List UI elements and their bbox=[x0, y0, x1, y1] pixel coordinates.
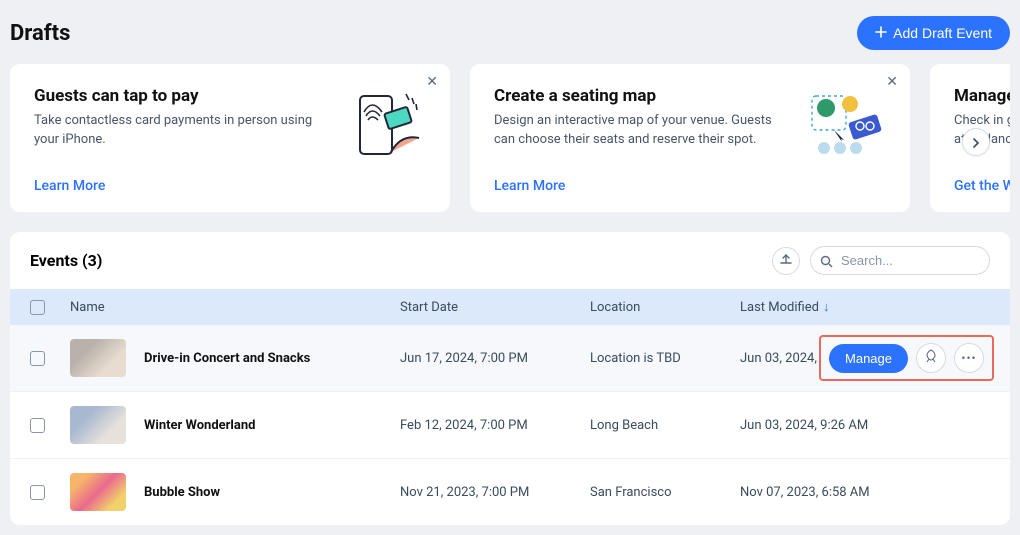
event-name: Winter Wonderland bbox=[144, 418, 255, 433]
col-start-header[interactable]: Start Date bbox=[400, 300, 590, 315]
card-desc: Design an interactive map of your venue.… bbox=[494, 112, 788, 150]
event-modified: Jun 03, 2024, 9:26 AM bbox=[740, 418, 990, 433]
event-modified: Nov 07, 2023, 6:58 AM bbox=[740, 485, 990, 500]
card-desc: Take contactless card payments in person… bbox=[34, 112, 328, 150]
get-the-app-link[interactable]: Get the W bbox=[954, 178, 1010, 194]
card-title: Create a seating map bbox=[494, 86, 788, 106]
event-start: Nov 21, 2023, 7:00 PM bbox=[400, 485, 590, 500]
select-all-checkbox[interactable] bbox=[30, 300, 45, 315]
col-name-header[interactable]: Name bbox=[70, 300, 400, 315]
seating-map-icon bbox=[806, 86, 886, 166]
event-name: Bubble Show bbox=[144, 485, 220, 500]
event-start: Feb 12, 2024, 7:00 PM bbox=[400, 418, 590, 433]
phone-tap-pay-icon bbox=[346, 86, 426, 166]
table-row[interactable]: Drive-in Concert and Snacks Jun 17, 2024… bbox=[10, 325, 1010, 392]
dots-icon: ••• bbox=[961, 351, 976, 365]
row-checkbox[interactable] bbox=[30, 418, 45, 433]
upload-button[interactable] bbox=[772, 247, 800, 275]
manage-button[interactable]: Manage bbox=[829, 344, 908, 373]
chevron-right-icon bbox=[971, 133, 981, 152]
events-panel: Events (3) Name Start Date Location Last… bbox=[10, 232, 1010, 525]
sort-desc-icon: ↓ bbox=[823, 300, 830, 315]
event-name: Drive-in Concert and Snacks bbox=[144, 351, 310, 366]
search-input[interactable] bbox=[810, 246, 990, 275]
learn-more-link[interactable]: Learn More bbox=[494, 178, 886, 194]
event-location: Long Beach bbox=[590, 418, 740, 433]
more-actions-button[interactable]: ••• bbox=[954, 343, 984, 373]
events-heading: Events (3) bbox=[30, 251, 102, 270]
row-checkbox[interactable] bbox=[30, 351, 45, 366]
table-header: Name Start Date Location Last Modified↓ bbox=[10, 289, 1010, 325]
learn-more-link[interactable]: Learn More bbox=[34, 178, 426, 194]
card-title: Manage bbox=[954, 86, 1010, 106]
table-row[interactable]: Winter Wonderland Feb 12, 2024, 7:00 PM … bbox=[10, 392, 1010, 459]
upload-icon bbox=[779, 251, 793, 270]
publish-button[interactable] bbox=[916, 343, 946, 373]
event-thumbnail bbox=[70, 473, 126, 511]
page-title: Drafts bbox=[10, 21, 70, 46]
event-location: San Francisco bbox=[590, 485, 740, 500]
close-icon[interactable]: ✕ bbox=[426, 74, 438, 90]
rocket-icon bbox=[924, 349, 938, 367]
event-thumbnail bbox=[70, 406, 126, 444]
add-draft-event-button[interactable]: Add Draft Event bbox=[857, 16, 1010, 50]
search-icon bbox=[820, 253, 833, 272]
promo-card-seating-map: ✕ Create a seating map Design an interac… bbox=[470, 64, 910, 212]
row-checkbox[interactable] bbox=[30, 485, 45, 500]
event-thumbnail bbox=[70, 339, 126, 377]
add-button-label: Add Draft Event bbox=[893, 25, 992, 41]
promo-cards-row: ✕ Guests can tap to pay Take contactless… bbox=[10, 64, 1010, 212]
col-modified-header[interactable]: Last Modified↓ bbox=[740, 299, 990, 315]
event-location: Location is TBD bbox=[590, 351, 740, 366]
cards-next-button[interactable] bbox=[962, 128, 990, 156]
promo-card-tap-to-pay: ✕ Guests can tap to pay Take contactless… bbox=[10, 64, 450, 212]
col-location-header[interactable]: Location bbox=[590, 300, 740, 315]
close-icon[interactable]: ✕ bbox=[886, 74, 898, 90]
table-row[interactable]: Bubble Show Nov 21, 2023, 7:00 PM San Fr… bbox=[10, 459, 1010, 525]
card-title: Guests can tap to pay bbox=[34, 86, 328, 106]
row-hover-actions: Manage ••• bbox=[819, 335, 994, 381]
event-start: Jun 17, 2024, 7:00 PM bbox=[400, 351, 590, 366]
plus-icon bbox=[875, 25, 887, 41]
